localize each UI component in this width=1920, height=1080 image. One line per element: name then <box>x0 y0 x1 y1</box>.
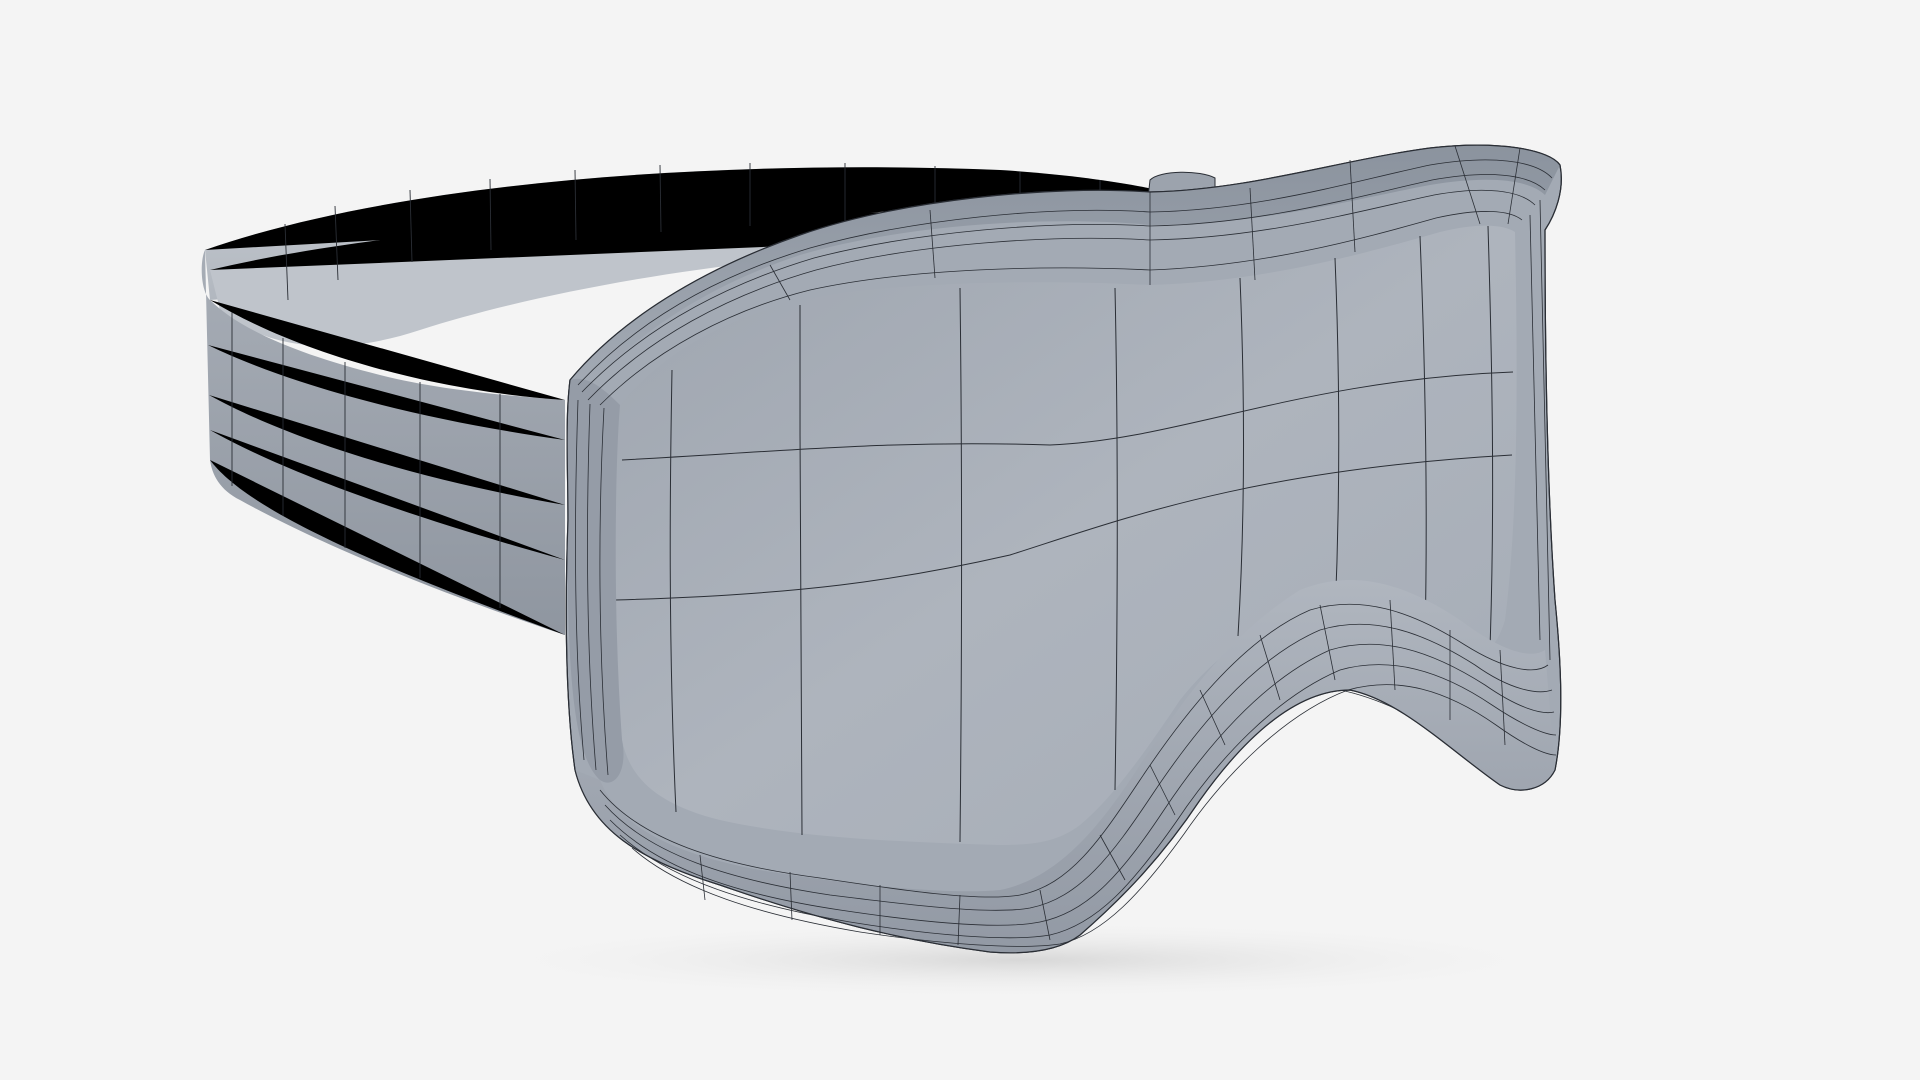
goggle-lens <box>613 225 1517 845</box>
render-viewport <box>0 0 1920 1080</box>
goggles-render <box>201 144 1580 1000</box>
